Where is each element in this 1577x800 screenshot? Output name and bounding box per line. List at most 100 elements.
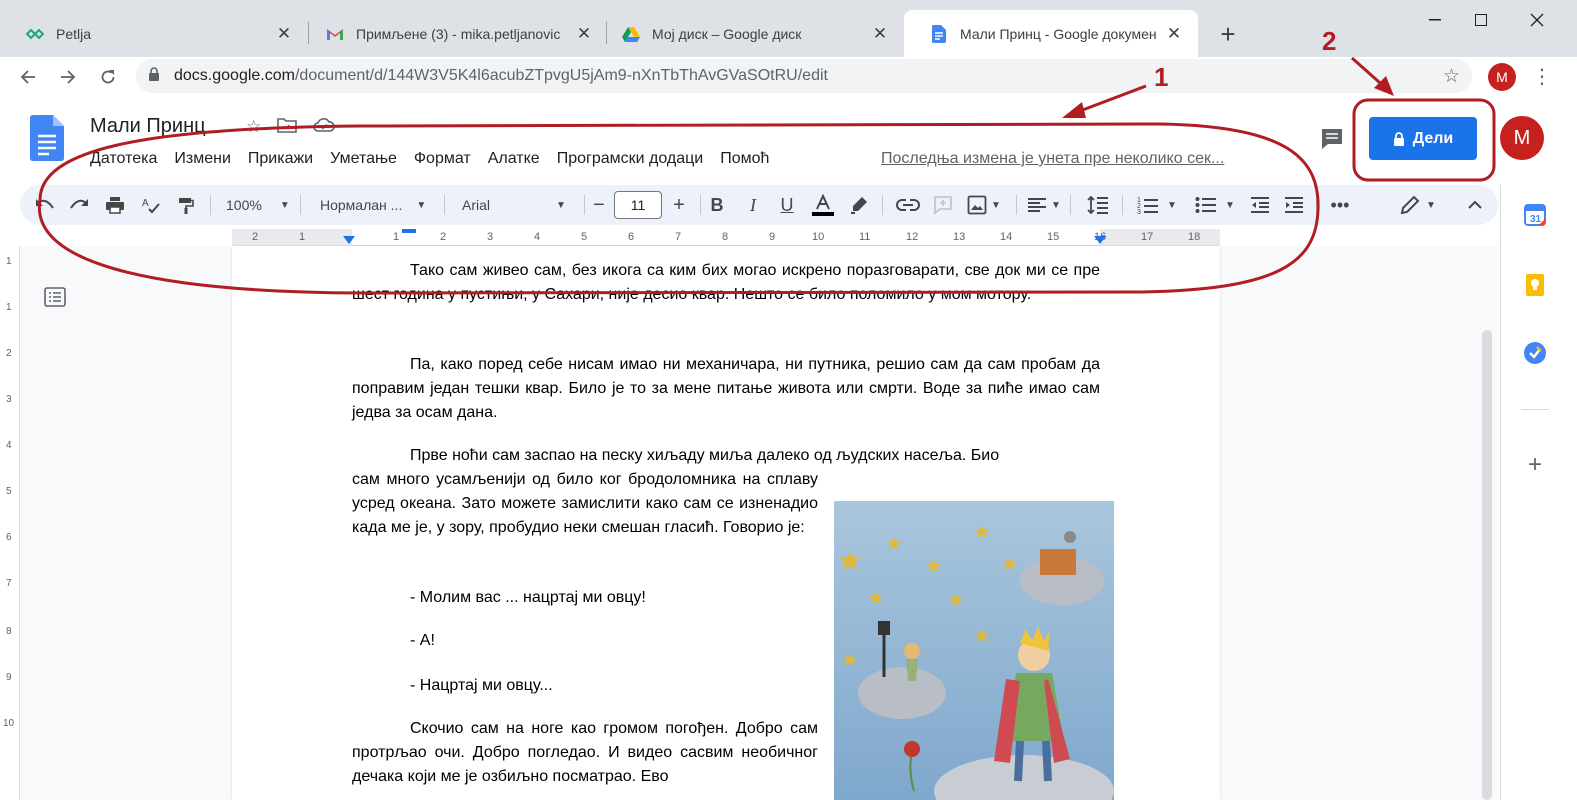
- caret-down-icon: ▼: [1225, 199, 1235, 211]
- bookmark-star-icon[interactable]: ☆: [1443, 65, 1460, 88]
- menu-file[interactable]: Датотека: [90, 150, 157, 168]
- zoom-dropdown[interactable]: 100% ▼: [226, 191, 290, 219]
- insert-link-icon[interactable]: [896, 191, 920, 219]
- spellcheck-icon[interactable]: A: [140, 191, 162, 219]
- browser-menu-icon[interactable]: ⋮: [1532, 63, 1552, 91]
- tab-petlja[interactable]: Petlja ✕: [0, 10, 308, 57]
- menu-edit[interactable]: Измени: [174, 150, 231, 168]
- forward-icon[interactable]: [54, 63, 82, 91]
- menu-tools[interactable]: Алатке: [488, 150, 540, 168]
- paragraph-2[interactable]: Па, како поред себе нисам имао ни механи…: [352, 353, 1100, 425]
- font-family-dropdown[interactable]: Arial ▼: [462, 191, 566, 219]
- close-icon[interactable]: ✕: [1164, 24, 1184, 44]
- url-text[interactable]: docs.google.com/document/d/144W3V5K4l6ac…: [174, 67, 828, 85]
- cloud-saved-icon[interactable]: [313, 117, 336, 138]
- underline-icon[interactable]: U: [776, 191, 798, 219]
- toolbar-divider: [1016, 195, 1017, 215]
- vertical-ruler[interactable]: 1 1 2 3 4 5 6 7 8 9 10: [0, 246, 20, 800]
- left-indent-marker-icon[interactable]: [342, 235, 356, 245]
- tab-title: Мали Принц - Google документ: [960, 25, 1156, 42]
- tab-title: Примљене (3) - mika.petljanovic: [356, 25, 561, 42]
- tab-docs-active[interactable]: Мали Принц - Google документ ✕: [904, 10, 1198, 57]
- paint-format-icon[interactable]: [175, 191, 197, 219]
- little-prince-illustration[interactable]: [834, 501, 1114, 800]
- gmail-icon: [326, 25, 344, 43]
- paragraph-style-dropdown[interactable]: Нормалан ... ▼: [320, 191, 426, 219]
- dialogue-line-2[interactable]: - А!: [410, 629, 435, 653]
- print-icon[interactable]: [104, 191, 126, 219]
- address-bar[interactable]: docs.google.com/document/d/144W3V5K4l6ac…: [136, 59, 1472, 93]
- highlight-color-icon[interactable]: [848, 191, 870, 219]
- keep-icon[interactable]: [1523, 273, 1547, 297]
- comments-icon[interactable]: [1318, 125, 1346, 153]
- vruler-number: 7: [6, 578, 12, 589]
- tab-title: Petlja: [56, 25, 92, 42]
- dialogue-line-1[interactable]: - Молим вас ... нацртај ми овцу!: [410, 586, 646, 610]
- lock-icon[interactable]: [148, 66, 160, 86]
- horizontal-ruler[interactable]: 2 1 1 2 3 4 5 6 7 8 9 10 11 12 13 14 15 …: [232, 229, 1220, 246]
- menu-view[interactable]: Прикажи: [248, 150, 313, 168]
- move-folder-icon[interactable]: [277, 117, 298, 138]
- menu-format[interactable]: Формат: [414, 150, 471, 168]
- add-comment-icon[interactable]: [932, 191, 954, 219]
- docs-logo-icon[interactable]: [30, 115, 64, 166]
- close-icon[interactable]: ✕: [870, 24, 890, 44]
- close-icon[interactable]: ✕: [274, 24, 294, 44]
- bold-icon[interactable]: B: [706, 191, 728, 219]
- numbered-list-icon[interactable]: 123 ▼: [1136, 191, 1178, 219]
- increase-indent-icon[interactable]: [1282, 191, 1306, 219]
- window-close-icon[interactable]: [1514, 8, 1560, 32]
- decrease-indent-icon[interactable]: [1248, 191, 1272, 219]
- paragraph-3-rest[interactable]: сам много усамљенији од било ког бродоло…: [352, 468, 818, 540]
- new-tab-button[interactable]: +: [1214, 19, 1242, 49]
- account-avatar[interactable]: M: [1500, 116, 1544, 160]
- share-label: Дели: [1412, 129, 1454, 147]
- dialogue-line-3[interactable]: - Нацртај ми овцу...: [410, 674, 553, 698]
- bulleted-list-icon[interactable]: ▼: [1194, 191, 1236, 219]
- first-line-indent-marker-icon[interactable]: [402, 229, 416, 234]
- paragraph-3-first-line[interactable]: Прве ноћи сам заспао на песку хиљаду миљ…: [352, 444, 1100, 468]
- browser-profile-avatar[interactable]: M: [1488, 63, 1516, 91]
- italic-icon[interactable]: I: [742, 191, 764, 219]
- share-button[interactable]: Дели: [1369, 117, 1477, 160]
- svg-text:31: 31: [1530, 214, 1542, 225]
- font-size-input[interactable]: 11: [614, 191, 662, 219]
- back-icon[interactable]: [14, 63, 42, 91]
- menu-help[interactable]: Помоћ: [720, 150, 769, 168]
- more-options-icon[interactable]: •••: [1328, 191, 1352, 219]
- tasks-icon[interactable]: [1523, 341, 1547, 365]
- document-outline-icon[interactable]: [44, 287, 66, 307]
- minimize-icon[interactable]: [1412, 8, 1458, 32]
- maximize-icon[interactable]: [1458, 8, 1504, 32]
- star-icon[interactable]: ☆: [246, 117, 261, 138]
- menu-addons[interactable]: Програмски додаци: [557, 150, 704, 168]
- zoom-value: 100%: [226, 197, 262, 213]
- paragraph-4[interactable]: Скочио сам на ноге као громом погођен. Д…: [352, 717, 818, 789]
- insert-image-icon[interactable]: ▼: [964, 191, 1004, 219]
- right-indent-marker-icon[interactable]: [1093, 235, 1107, 245]
- close-icon[interactable]: ✕: [574, 24, 594, 44]
- last-edit-link[interactable]: Последња измена је унета пре неколико се…: [881, 150, 1224, 168]
- undo-icon[interactable]: [34, 191, 56, 219]
- add-addon-icon[interactable]: +: [1523, 453, 1547, 477]
- vruler-number: 6: [6, 532, 12, 543]
- decrease-font-size-icon[interactable]: −: [588, 191, 610, 219]
- reload-icon[interactable]: [94, 63, 122, 91]
- toolbar-divider: [700, 195, 701, 215]
- tab-drive[interactable]: Мој диск – Google диск ✕: [596, 10, 904, 57]
- ruler-number: 17: [1141, 231, 1154, 243]
- increase-font-size-icon[interactable]: +: [668, 191, 690, 219]
- collapse-menus-icon[interactable]: [1464, 191, 1486, 219]
- editing-mode-icon[interactable]: ▼: [1396, 191, 1440, 219]
- align-left-icon[interactable]: ▼: [1026, 191, 1062, 219]
- paragraph-1[interactable]: Тако сам живео сам, без икога са ким бих…: [352, 259, 1100, 307]
- line-spacing-icon[interactable]: [1086, 191, 1110, 219]
- paragraph-style-value: Нормалан ...: [320, 197, 403, 213]
- redo-icon[interactable]: [68, 191, 90, 219]
- vertical-scrollbar[interactable]: [1482, 330, 1492, 800]
- tab-gmail[interactable]: Примљене (3) - mika.petljanovic ✕: [300, 10, 608, 57]
- document-title[interactable]: Мали Принц: [90, 115, 206, 138]
- menu-insert[interactable]: Уметање: [330, 150, 397, 168]
- text-color-icon[interactable]: [810, 191, 836, 219]
- calendar-icon[interactable]: 31: [1523, 203, 1547, 227]
